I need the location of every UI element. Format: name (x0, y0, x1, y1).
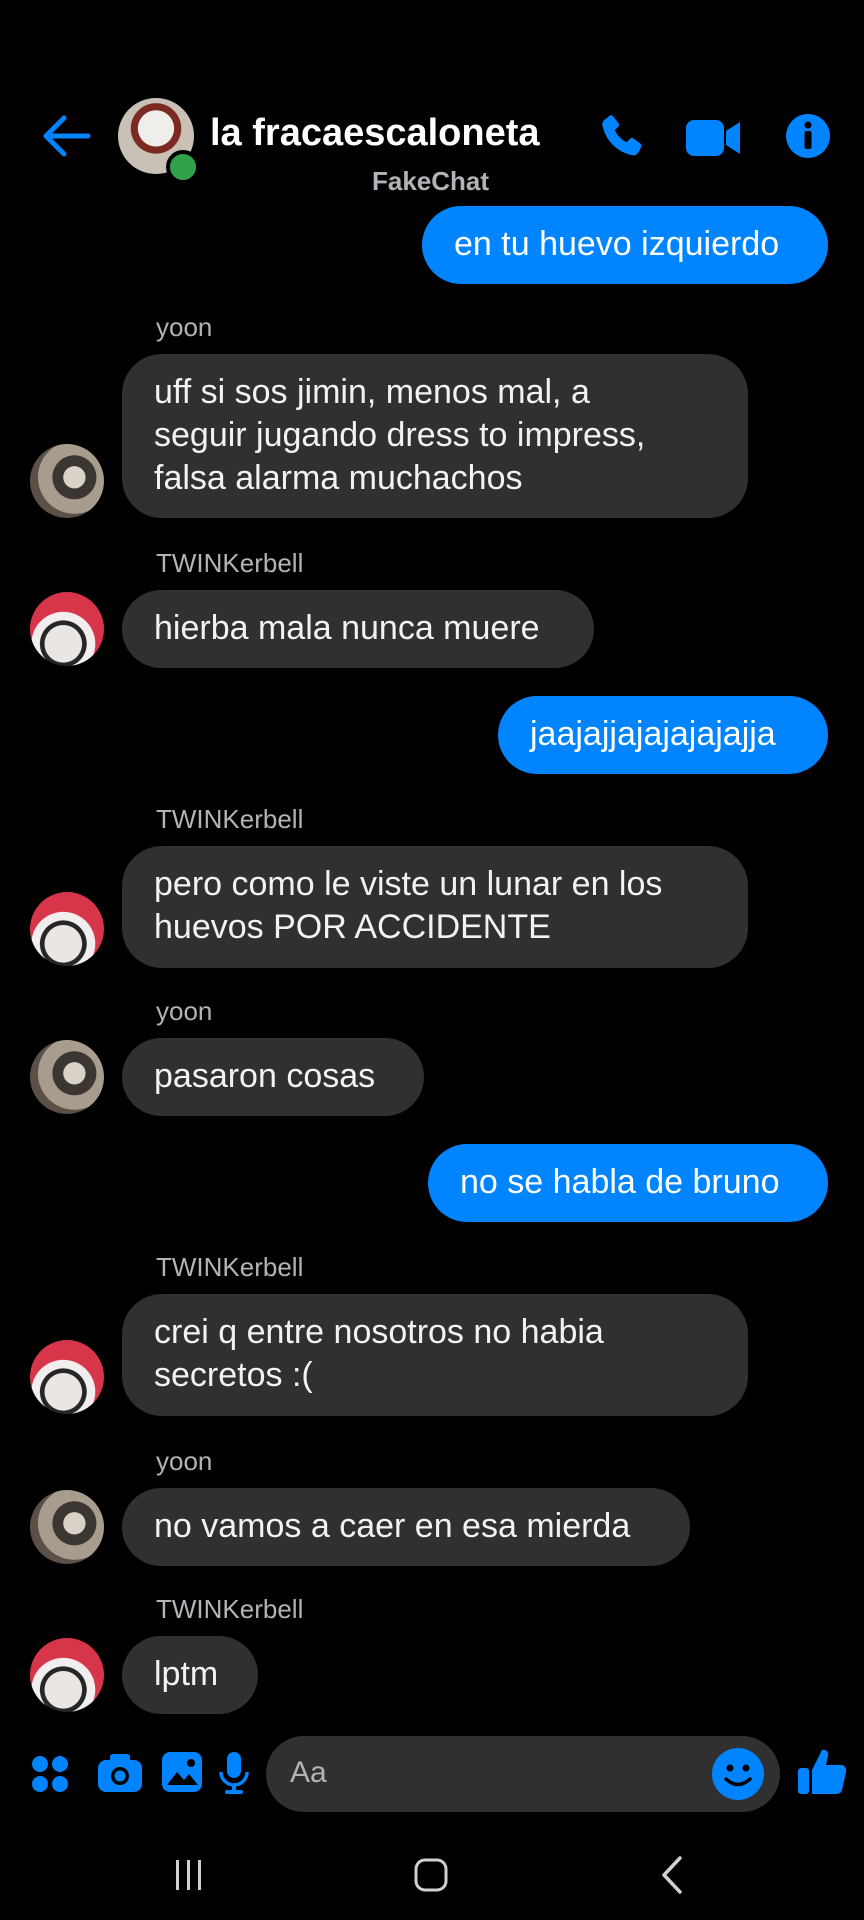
sender-name: TWINKerbell (156, 804, 304, 834)
camera-icon[interactable] (96, 1752, 144, 1794)
back-arrow-icon[interactable] (40, 110, 92, 162)
incoming-message[interactable]: no vamos a caer en esa mierda (122, 1488, 690, 1566)
chat-header: la fracaescaloneta FakeChat (0, 0, 864, 200)
recent-apps-icon[interactable] (164, 1850, 214, 1900)
info-icon[interactable] (784, 112, 832, 160)
avatar-twinkerbell[interactable] (30, 1638, 104, 1712)
sender-name: TWINKerbell (156, 548, 304, 578)
incoming-message[interactable]: pasaron cosas (122, 1038, 424, 1116)
message-input-placeholder: Aa (290, 1756, 327, 1789)
outgoing-message[interactable]: jaajajjajajajajajja (498, 696, 828, 774)
online-status-dot (166, 150, 200, 184)
outgoing-message[interactable]: no se habla de bruno (428, 1144, 828, 1222)
sender-name: TWINKerbell (156, 1594, 304, 1624)
home-icon[interactable] (406, 1850, 456, 1900)
back-icon[interactable] (648, 1850, 698, 1900)
sender-name: yoon (156, 1446, 213, 1476)
incoming-message[interactable]: lptm (122, 1636, 258, 1714)
emoji-icon[interactable] (710, 1746, 766, 1802)
avatar-yoon[interactable] (30, 444, 104, 518)
composer-bar: Aa (0, 1720, 864, 1830)
avatar-yoon[interactable] (30, 1040, 104, 1114)
chat-title[interactable]: la fracaescaloneta (210, 112, 540, 155)
incoming-message[interactable]: hierba mala nunca muere (122, 590, 594, 668)
phone-icon[interactable] (594, 110, 650, 166)
avatar-twinkerbell[interactable] (30, 892, 104, 966)
incoming-message[interactable]: crei q entre nosotros no habia secretos … (122, 1294, 748, 1416)
incoming-message[interactable]: pero como le viste un lunar en los huevo… (122, 846, 748, 968)
avatar-twinkerbell[interactable] (30, 1340, 104, 1414)
message-input[interactable]: Aa (266, 1736, 780, 1812)
avatar-twinkerbell[interactable] (30, 592, 104, 666)
incoming-message[interactable]: uff si sos jimin, menos mal, a seguir ju… (122, 354, 748, 518)
sender-name: yoon (156, 312, 213, 342)
sender-name: yoon (156, 996, 213, 1026)
video-camera-icon[interactable] (684, 116, 742, 160)
outgoing-message[interactable]: en tu huevo izquierdo (422, 206, 828, 284)
apps-icon[interactable] (30, 1754, 70, 1794)
chat-subtitle: FakeChat (372, 166, 490, 196)
gallery-icon[interactable] (160, 1750, 204, 1794)
system-nav-bar (0, 1830, 864, 1920)
microphone-icon[interactable] (216, 1750, 252, 1796)
sender-name: TWINKerbell (156, 1252, 304, 1282)
thumbs-up-icon[interactable] (796, 1746, 848, 1798)
avatar-yoon[interactable] (30, 1490, 104, 1564)
